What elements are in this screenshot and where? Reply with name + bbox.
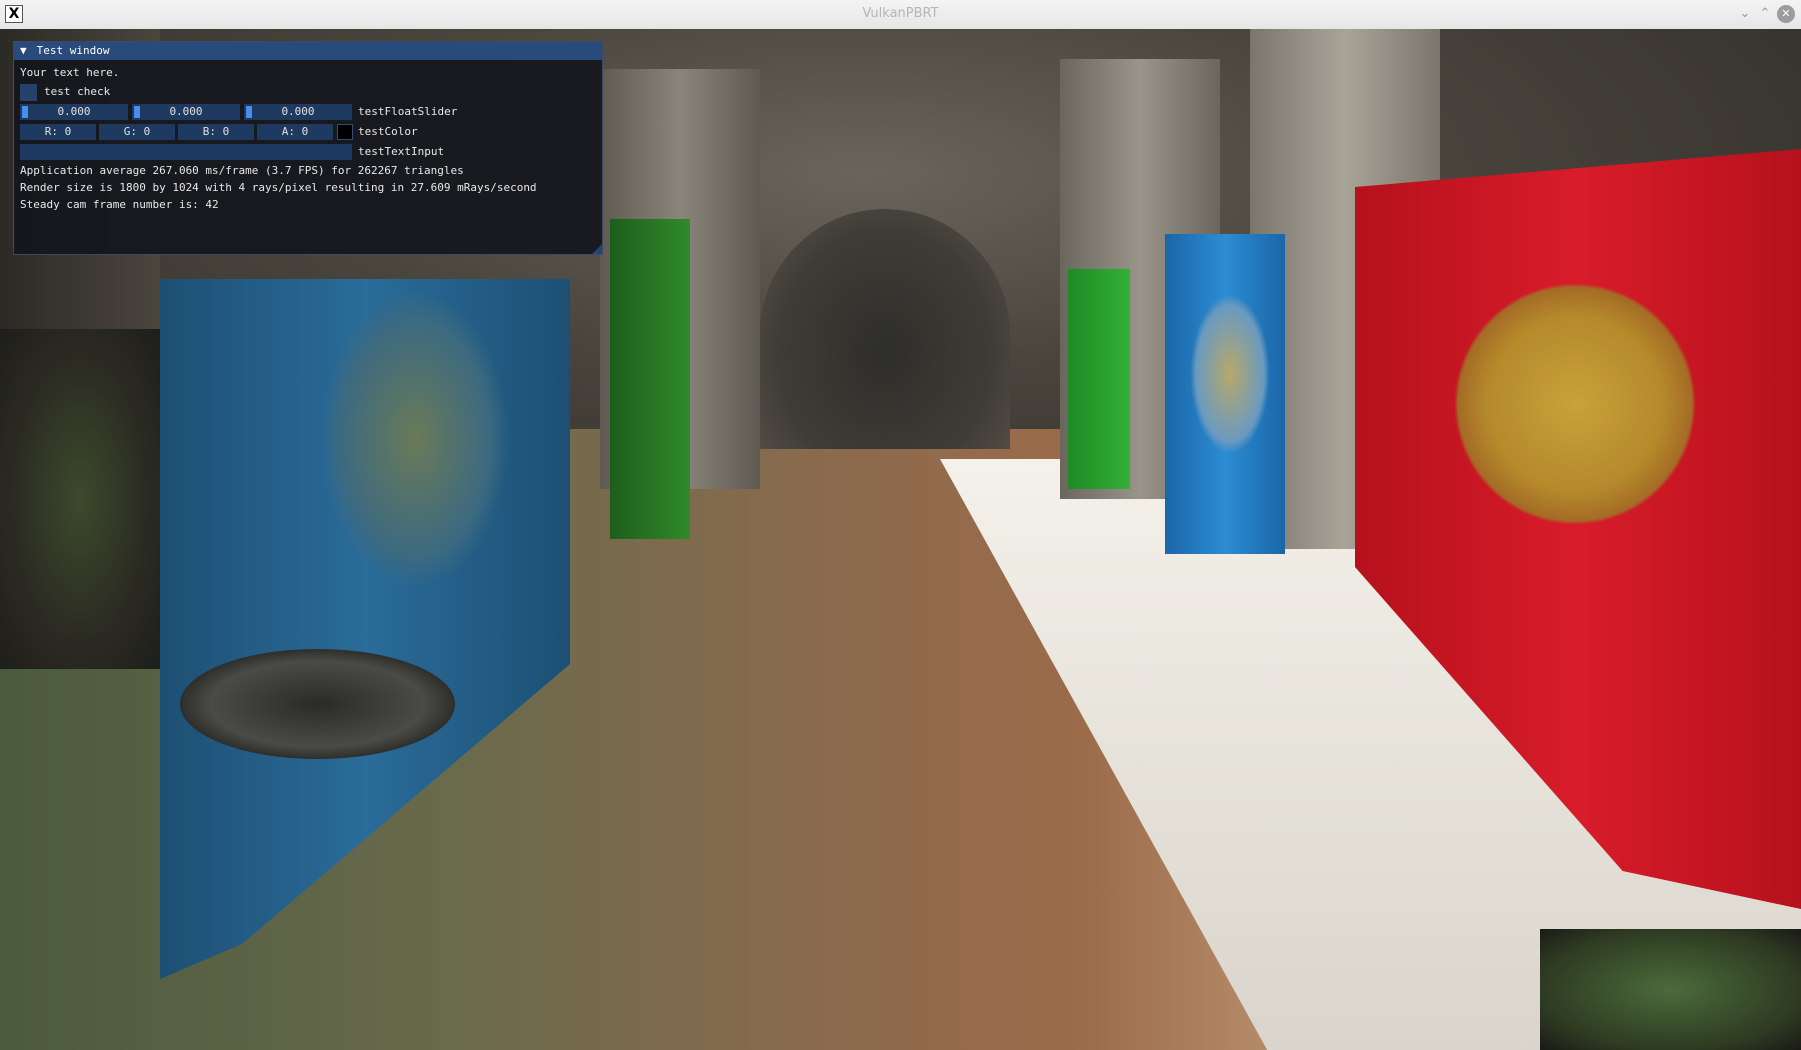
imgui-title: Test window <box>36 44 110 57</box>
slider-grab[interactable] <box>246 106 252 118</box>
imgui-text-row: Your text here. <box>20 64 596 82</box>
imgui-text: Your text here. <box>20 66 120 79</box>
float-slider-row: 0.000 0.000 0.000 testFloatSlider <box>20 102 596 122</box>
color-r-field[interactable]: R: 0 <box>20 124 96 140</box>
stats-line-frame-number: Steady cam frame number is: 42 <box>20 198 219 211</box>
scene-medallion-red <box>1445 259 1705 549</box>
test-text-input[interactable] <box>20 144 352 160</box>
scene-corridor <box>760 209 1010 449</box>
text-input-row: testTextInput <box>20 142 596 162</box>
collapse-arrow-icon[interactable]: ▼ <box>20 42 30 60</box>
stats-block: Application average 267.060 ms/frame (3.… <box>20 162 596 213</box>
float-slider-x-value: 0.000 <box>57 105 91 118</box>
minimize-button[interactable]: ⌄ <box>1736 5 1754 23</box>
window-title: VulkanPBRT <box>862 6 939 21</box>
stats-line-fps: Application average 267.060 ms/frame (3.… <box>20 164 464 177</box>
resize-grip[interactable] <box>592 244 602 254</box>
test-check-label[interactable]: test check <box>44 82 110 102</box>
float-slider-y[interactable]: 0.000 <box>132 104 240 120</box>
scene-curtain-green-left <box>610 219 690 539</box>
slider-grab[interactable] <box>134 106 140 118</box>
window-titlebar[interactable]: X VulkanPBRT ⌄ ⌃ ✕ <box>0 0 1801 30</box>
checkbox-row[interactable]: test check <box>20 82 596 102</box>
maximize-button[interactable]: ⌃ <box>1756 5 1774 23</box>
color-b-field[interactable]: B: 0 <box>178 124 254 140</box>
scene-medallion-left <box>320 289 510 589</box>
scene-plant-right <box>1540 929 1801 1050</box>
scene-plant-left <box>0 329 160 669</box>
close-button[interactable]: ✕ <box>1777 5 1795 23</box>
color-swatch[interactable] <box>337 124 353 140</box>
text-input-label: testTextInput <box>358 145 445 158</box>
imgui-titlebar[interactable]: ▼ Test window <box>14 42 602 60</box>
slider-grab[interactable] <box>22 106 28 118</box>
stats-line-render-size: Render size is 1800 by 1024 with 4 rays/… <box>20 181 537 194</box>
scene-hanging-bowl <box>180 649 455 759</box>
float-slider-z[interactable]: 0.000 <box>244 104 352 120</box>
float-slider-y-value: 0.000 <box>169 105 203 118</box>
test-check-checkbox[interactable] <box>20 84 37 101</box>
scene-curtain-green-right <box>1068 269 1130 489</box>
float-slider-z-value: 0.000 <box>281 105 315 118</box>
float-slider-label: testFloatSlider <box>358 105 458 118</box>
color-g-field[interactable]: G: 0 <box>99 124 175 140</box>
color-a-field[interactable]: A: 0 <box>257 124 333 140</box>
scene-medallion-blue <box>1190 294 1270 454</box>
color-label: testColor <box>358 125 418 138</box>
color-row: R: 0 G: 0 B: 0 A: 0 testColor <box>20 122 596 142</box>
float-slider-x[interactable]: 0.000 <box>20 104 128 120</box>
imgui-test-window[interactable]: ▼ Test window Your text here. test check… <box>13 41 603 255</box>
